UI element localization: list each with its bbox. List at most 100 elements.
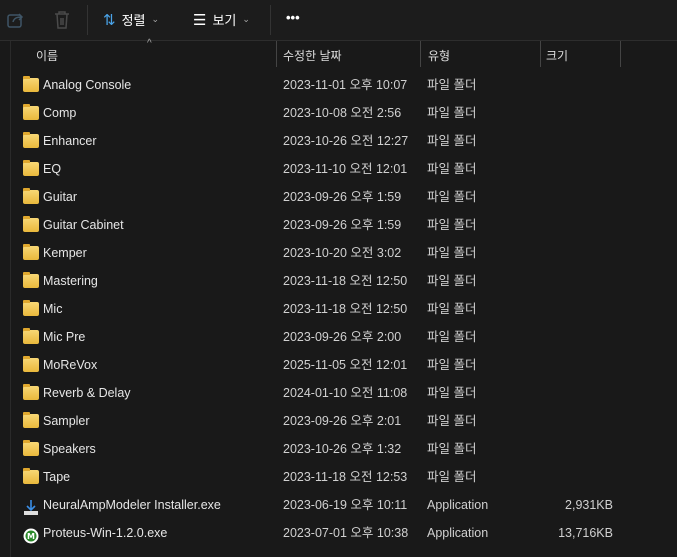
file-date-modified: 2023-09-26 오후 1:59 bbox=[283, 218, 402, 232]
file-type: 파일 폴더 bbox=[427, 358, 477, 372]
file-type: Application bbox=[427, 526, 489, 540]
folder-icon bbox=[23, 272, 39, 288]
file-type: Application bbox=[427, 498, 489, 512]
file-row[interactable]: Enhancer 2023-10-26 오전 12:27 파일 폴더 bbox=[0, 127, 677, 155]
command-bar: ⇅ 정렬 ⌄ ☰ 보기 ⌄ ••• bbox=[0, 0, 677, 41]
column-size[interactable]: 크기 bbox=[546, 47, 568, 64]
file-name: Mic bbox=[43, 302, 63, 316]
file-date-modified: 2023-10-08 오전 2:56 bbox=[283, 106, 402, 120]
file-row[interactable]: Kemper 2023-10-20 오전 3:02 파일 폴더 bbox=[0, 239, 677, 267]
file-name: Mic Pre bbox=[43, 330, 86, 344]
chevron-down-icon: ⌄ bbox=[242, 14, 250, 24]
file-type: 파일 폴더 bbox=[427, 134, 477, 148]
file-row[interactable]: NeuralAmpModeler Installer.exe 2023-06-19… bbox=[0, 491, 677, 519]
file-date-modified: 2024-01-10 오전 11:08 bbox=[283, 386, 408, 400]
file-row[interactable]: Tape 2023-11-18 오전 12:53 파일 폴더 bbox=[0, 463, 677, 491]
sort-icon: ⇅ bbox=[103, 11, 116, 29]
file-date-modified: 2023-11-10 오전 12:01 bbox=[283, 162, 408, 176]
file-date-modified: 2023-10-20 오전 3:02 bbox=[283, 246, 402, 260]
file-date-modified: 2023-11-18 오전 12:50 bbox=[283, 302, 408, 316]
file-row[interactable]: Sampler 2023-09-26 오후 2:01 파일 폴더 bbox=[0, 407, 677, 435]
file-type: 파일 폴더 bbox=[427, 106, 477, 120]
file-date-modified: 2023-11-01 오후 10:07 bbox=[283, 78, 408, 92]
folder-icon bbox=[23, 468, 39, 484]
file-date-modified: 2023-11-18 오전 12:50 bbox=[283, 274, 408, 288]
divider bbox=[87, 5, 88, 35]
file-name: Guitar Cabinet bbox=[43, 218, 124, 232]
file-type: 파일 폴더 bbox=[427, 162, 477, 176]
file-date-modified: 2023-09-26 오후 2:00 bbox=[283, 330, 402, 344]
file-row[interactable]: MoReVox 2025-11-05 오전 12:01 파일 폴더 bbox=[0, 351, 677, 379]
file-date-modified: 2023-09-26 오후 1:59 bbox=[283, 190, 402, 204]
file-type: 파일 폴더 bbox=[427, 414, 477, 428]
column-divider[interactable] bbox=[620, 41, 621, 67]
file-name: Reverb & Delay bbox=[43, 386, 131, 400]
file-name: Speakers bbox=[43, 442, 96, 456]
file-name: NeuralAmpModeler Installer.exe bbox=[43, 498, 221, 512]
share-icon[interactable] bbox=[5, 9, 27, 31]
folder-icon bbox=[23, 244, 39, 260]
view-button[interactable]: ☰ 보기 ⌄ bbox=[193, 10, 250, 29]
file-row[interactable]: M Proteus-Win-1.2.0.exe 2023-07-01 오후 10:3… bbox=[0, 519, 677, 547]
folder-icon bbox=[23, 356, 39, 372]
delete-icon[interactable] bbox=[51, 9, 73, 31]
file-date-modified: 2025-11-05 오전 12:01 bbox=[283, 358, 408, 372]
sort-label: 정렬 bbox=[121, 13, 146, 28]
more-options-button[interactable]: ••• bbox=[286, 10, 300, 25]
more-icon: ••• bbox=[286, 10, 300, 25]
file-type: 파일 폴더 bbox=[427, 330, 477, 344]
folder-icon bbox=[23, 300, 39, 316]
file-row[interactable]: Guitar Cabinet 2023-09-26 오후 1:59 파일 폴더 bbox=[0, 211, 677, 239]
file-row[interactable]: EQ 2023-11-10 오전 12:01 파일 폴더 bbox=[0, 155, 677, 183]
file-date-modified: 2023-07-01 오후 10:38 bbox=[283, 526, 409, 540]
file-row[interactable]: Comp 2023-10-08 오전 2:56 파일 폴더 bbox=[0, 99, 677, 127]
file-name: Comp bbox=[43, 106, 77, 120]
column-divider[interactable] bbox=[540, 41, 541, 67]
file-type: 파일 폴더 bbox=[427, 190, 477, 204]
column-type[interactable]: 유형 bbox=[428, 47, 450, 64]
column-date-modified[interactable]: 수정한 날짜 bbox=[283, 47, 342, 64]
column-divider[interactable] bbox=[420, 41, 421, 67]
file-date-modified: 2023-11-18 오전 12:53 bbox=[283, 470, 408, 484]
file-row[interactable]: Mic Pre 2023-09-26 오후 2:00 파일 폴더 bbox=[0, 323, 677, 351]
divider bbox=[270, 5, 271, 35]
chevron-down-icon: ⌄ bbox=[151, 14, 160, 24]
column-name[interactable]: 이름 bbox=[36, 47, 58, 64]
folder-icon bbox=[23, 216, 39, 232]
proteus-app-icon: M bbox=[23, 526, 39, 544]
column-divider[interactable] bbox=[276, 41, 277, 67]
file-date-modified: 2023-10-26 오전 12:27 bbox=[283, 134, 409, 148]
file-row[interactable]: Guitar 2023-09-26 오후 1:59 파일 폴더 bbox=[0, 183, 677, 211]
folder-icon bbox=[23, 188, 39, 204]
file-row[interactable]: Mic 2023-11-18 오전 12:50 파일 폴더 bbox=[0, 295, 677, 323]
folder-icon bbox=[23, 132, 39, 148]
file-row[interactable]: Mastering 2023-11-18 오전 12:50 파일 폴더 bbox=[0, 267, 677, 295]
file-list: Analog Console 2023-11-01 오후 10:07 파일 폴더 Co… bbox=[0, 71, 677, 547]
file-size: 13,716KB bbox=[558, 526, 613, 540]
file-type: 파일 폴더 bbox=[427, 302, 477, 316]
view-list-icon: ☰ bbox=[193, 11, 207, 29]
file-date-modified: 2023-09-26 오후 2:01 bbox=[283, 414, 402, 428]
file-name: Mastering bbox=[43, 274, 98, 288]
view-label: 보기 bbox=[212, 13, 237, 28]
file-name: EQ bbox=[43, 162, 62, 176]
file-date-modified: 2023-10-26 오후 1:32 bbox=[283, 442, 402, 456]
file-type: 파일 폴더 bbox=[427, 78, 477, 92]
file-type: 파일 폴더 bbox=[427, 274, 477, 288]
file-type: 파일 폴더 bbox=[427, 386, 477, 400]
file-row[interactable]: Speakers 2023-10-26 오후 1:32 파일 폴더 bbox=[0, 435, 677, 463]
installer-icon bbox=[23, 498, 39, 515]
folder-icon bbox=[23, 160, 39, 176]
folder-icon bbox=[23, 412, 39, 428]
file-row[interactable]: Analog Console 2023-11-01 오후 10:07 파일 폴더 bbox=[0, 71, 677, 99]
folder-icon bbox=[23, 328, 39, 344]
file-date-modified: 2023-06-19 오후 10:11 bbox=[283, 498, 408, 512]
folder-icon bbox=[23, 440, 39, 456]
sort-button[interactable]: ⇅ 정렬 ⌄ bbox=[103, 10, 159, 29]
file-type: 파일 폴더 bbox=[427, 442, 477, 456]
file-name: Enhancer bbox=[43, 134, 97, 148]
file-name: Analog Console bbox=[43, 78, 132, 92]
file-name: Tape bbox=[43, 470, 71, 484]
file-row[interactable]: Reverb & Delay 2024-01-10 오전 11:08 파일 폴더 bbox=[0, 379, 677, 407]
file-type: 파일 폴더 bbox=[427, 246, 477, 260]
